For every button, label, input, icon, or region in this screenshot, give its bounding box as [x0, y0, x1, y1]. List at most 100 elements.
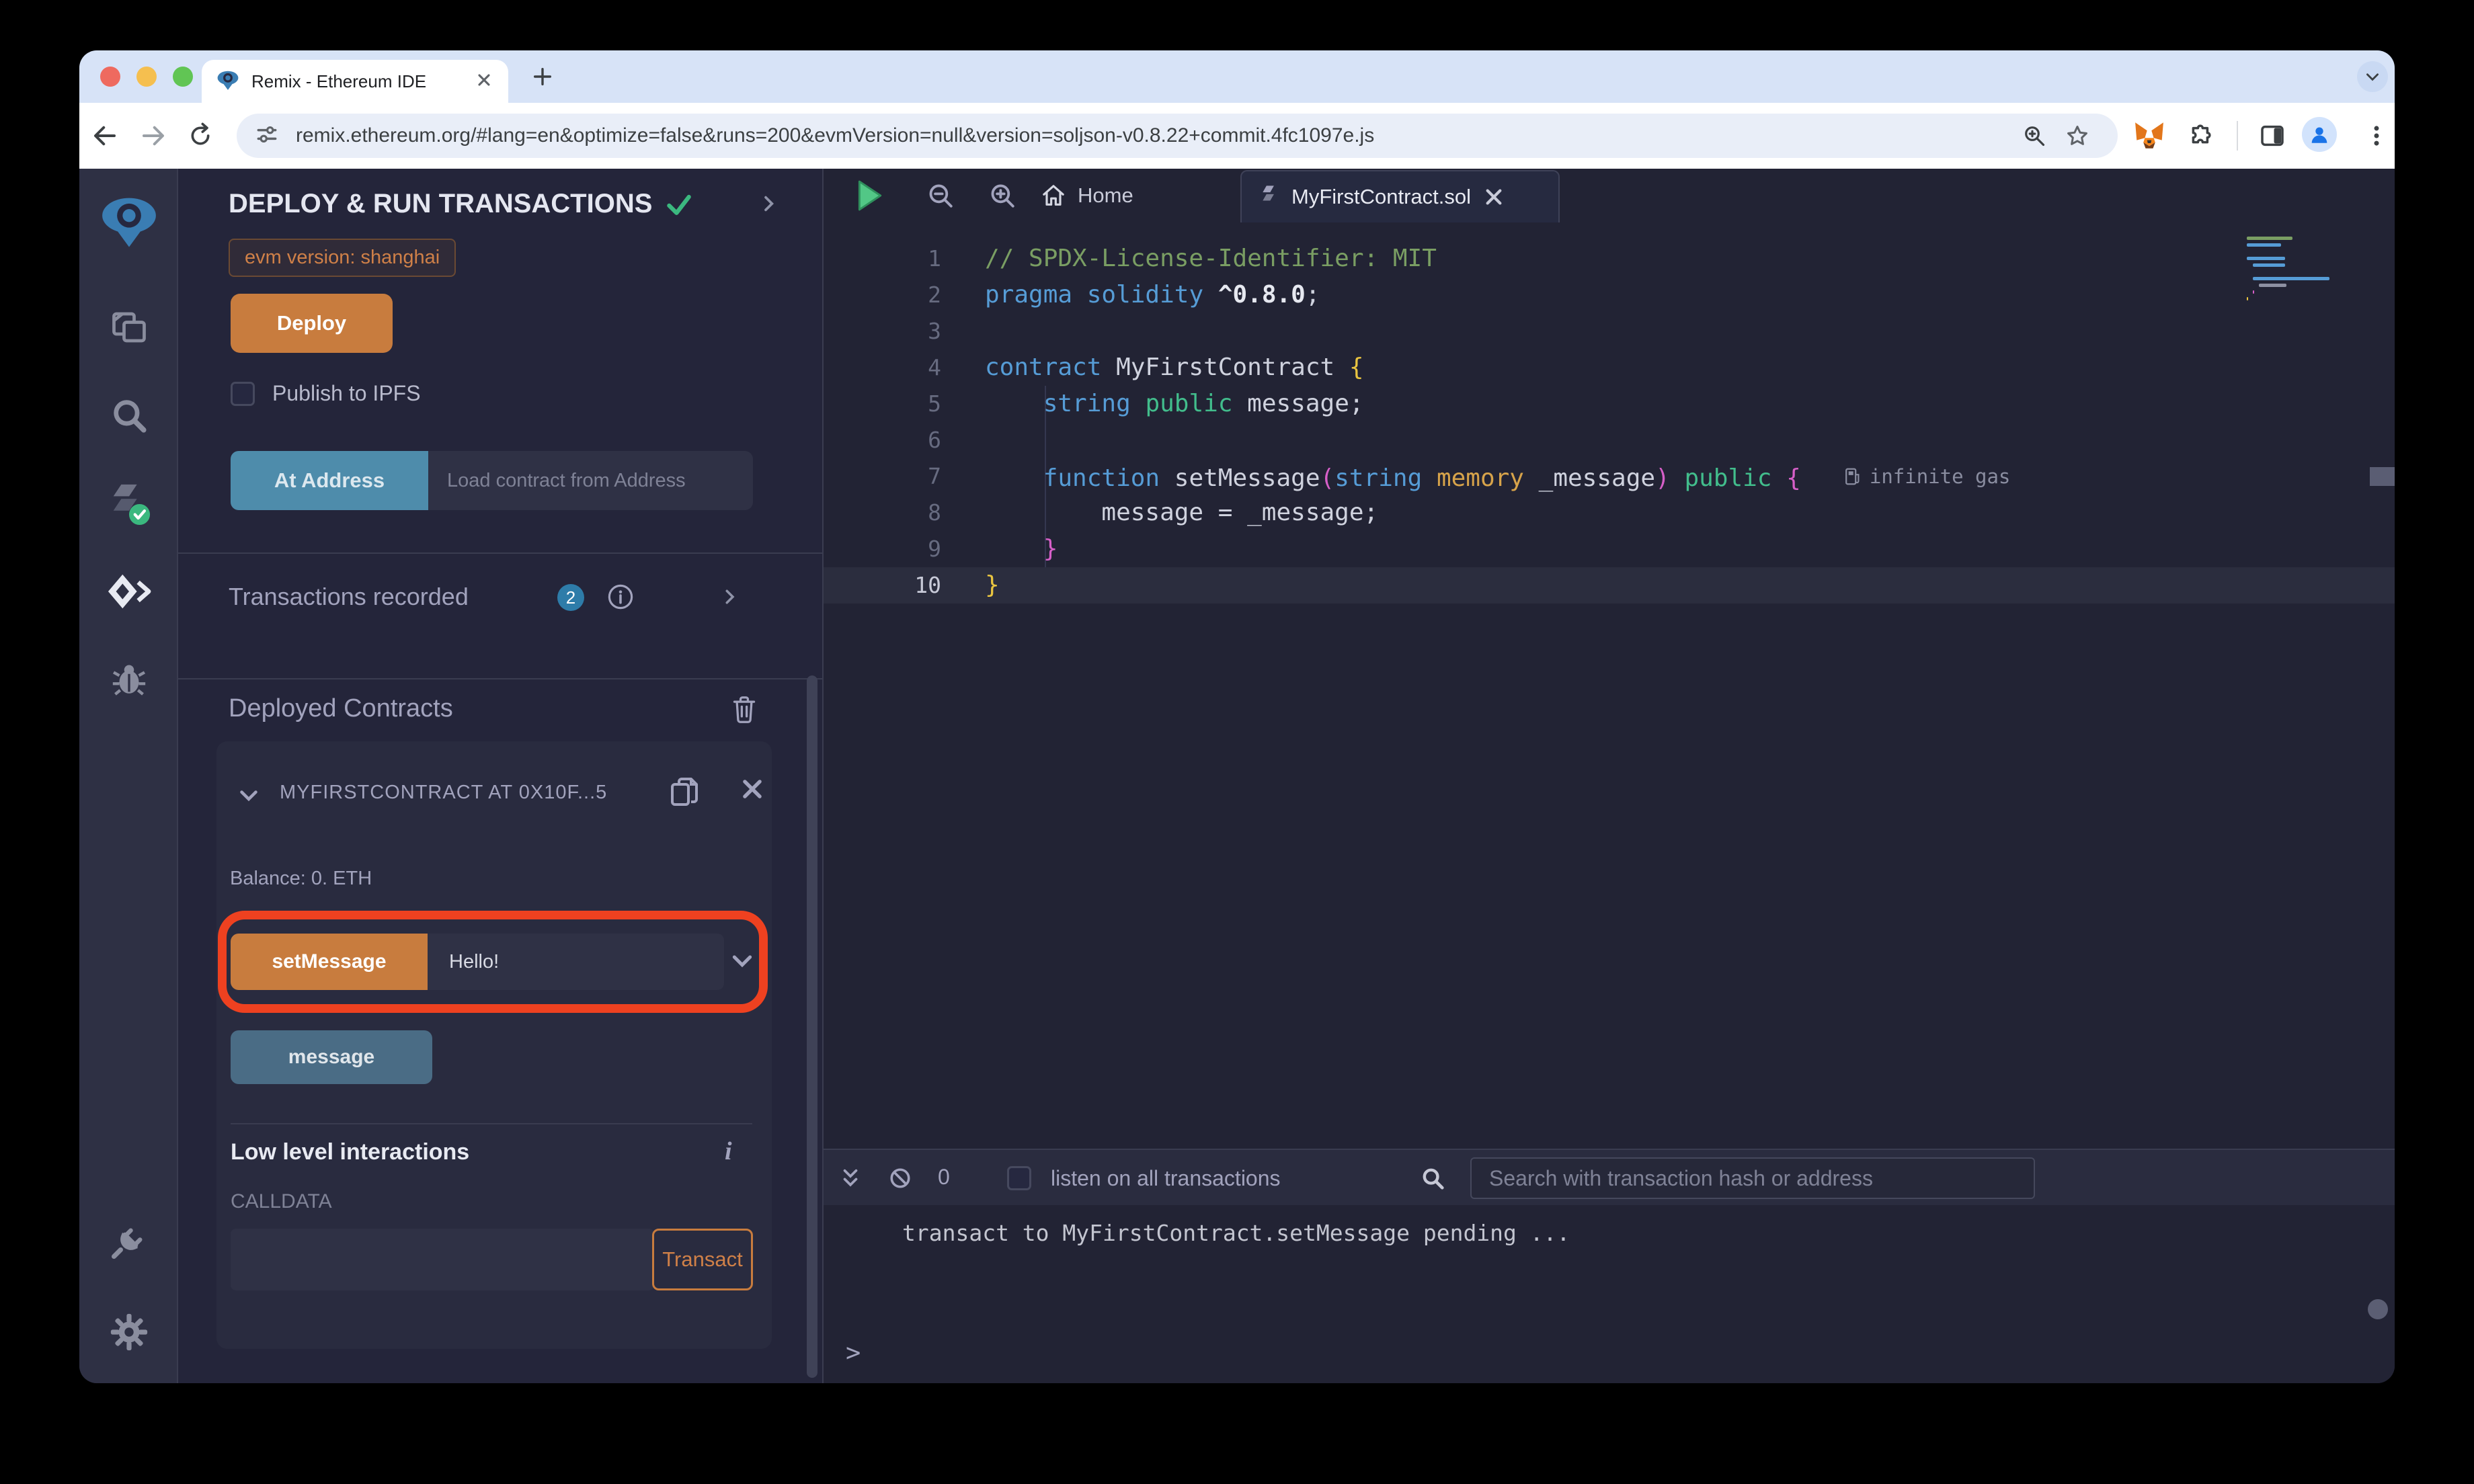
panel-title: DEPLOY & RUN TRANSACTIONS: [229, 189, 694, 219]
run-script-icon[interactable]: [853, 179, 885, 212]
back-icon[interactable]: [90, 121, 120, 151]
extensions-puzzle-icon[interactable]: [2185, 121, 2214, 151]
deployed-contracts-heading: Deployed Contracts: [229, 694, 453, 723]
maximize-window-button[interactable]: [173, 67, 193, 87]
icon-panel: [79, 169, 178, 1383]
panel-collapse-chevron-icon[interactable]: [758, 193, 779, 218]
at-address-button[interactable]: At Address: [231, 451, 428, 510]
code-line[interactable]: 7 function setMessage(string memory _mes…: [824, 458, 2395, 495]
low-level-info-icon[interactable]: i: [725, 1137, 732, 1166]
terminal-search-input[interactable]: [1470, 1157, 2035, 1199]
solidity-compiler-icon[interactable]: [79, 482, 178, 526]
site-settings-icon[interactable]: [254, 122, 280, 151]
deploy-and-run-icon[interactable]: [79, 572, 178, 611]
tab-home[interactable]: Home: [1040, 169, 1133, 222]
editor-scrollbar[interactable]: [2370, 467, 2395, 486]
url-text[interactable]: remix.ethereum.org/#lang=en&optimize=fal…: [296, 124, 1374, 147]
metamask-extension-icon[interactable]: [2134, 121, 2164, 151]
deploy-button[interactable]: Deploy: [231, 294, 393, 353]
at-address-input[interactable]: [428, 451, 753, 510]
code-line[interactable]: 3: [824, 313, 2395, 349]
tab-close-icon[interactable]: [475, 71, 493, 93]
new-tab-button[interactable]: [526, 60, 559, 93]
terminal-toolbar: 0 listen on all transactions: [824, 1149, 2395, 1205]
code-line[interactable]: 8 message = _message;: [824, 495, 2395, 531]
remove-contract-icon[interactable]: [740, 776, 765, 805]
code-line[interactable]: 2 pragma solidity ^0.8.0;: [824, 277, 2395, 313]
remix-favicon: [216, 69, 239, 95]
terminal-resize-handle[interactable]: [2368, 1299, 2388, 1319]
check-icon: [667, 194, 692, 215]
minimize-window-button[interactable]: [136, 67, 157, 87]
tab-title: Remix - Ethereum IDE: [251, 71, 427, 91]
message-getter-button[interactable]: message: [231, 1030, 432, 1084]
profile-avatar[interactable]: [2302, 117, 2337, 152]
code-line[interactable]: 10}: [824, 567, 2395, 604]
browser-menu-icon[interactable]: [2362, 121, 2391, 151]
code-line[interactable]: 1// SPDX-License-Identifier: MIT: [824, 241, 2395, 277]
remix-logo-icon[interactable]: [79, 193, 178, 249]
highlight-annotation: [218, 911, 768, 1013]
code-line[interactable]: 9 }: [824, 531, 2395, 567]
deploy-run-panel: DEPLOY & RUN TRANSACTIONS evm version: s…: [178, 169, 824, 1383]
panel-title-text: DEPLOY & RUN TRANSACTIONS: [229, 189, 653, 218]
divider: [231, 1123, 752, 1124]
remix-app: DEPLOY & RUN TRANSACTIONS evm version: s…: [79, 169, 2395, 1383]
close-window-button[interactable]: [100, 67, 120, 87]
terminal-log[interactable]: transact to MyFirstContract.setMessage p…: [824, 1205, 2395, 1383]
forward-icon[interactable]: [138, 121, 168, 151]
home-tab-label: Home: [1078, 183, 1133, 207]
code-editor[interactable]: 1// SPDX-License-Identifier: MIT 2 pragma …: [824, 222, 2395, 1149]
publish-ipfs-checkbox[interactable]: [231, 381, 255, 406]
close-file-icon[interactable]: [1483, 186, 1505, 208]
pending-count: 0: [938, 1165, 950, 1189]
side-panel-icon[interactable]: [2258, 121, 2287, 151]
terminal-search-icon: [1418, 1163, 1447, 1193]
code-line[interactable]: 6: [824, 422, 2395, 458]
browser-window: Remix - Ethereum IDE remix.ethereum.org/…: [79, 50, 2395, 1383]
zoom-out-icon[interactable]: [924, 179, 957, 212]
listen-transactions-checkbox[interactable]: [1007, 1166, 1031, 1190]
transact-button[interactable]: Transact: [652, 1229, 753, 1290]
zoom-in-icon[interactable]: [986, 179, 1019, 212]
solidity-file-icon: [1263, 186, 1274, 201]
code-lines: 1// SPDX-License-Identifier: MIT 2 pragma …: [824, 241, 2395, 604]
debugger-icon[interactable]: [79, 659, 178, 698]
editor-tabbar: Home MyFirstContract.sol: [824, 169, 2395, 222]
address-bar[interactable]: remix.ethereum.org/#lang=en&optimize=fal…: [237, 114, 2118, 158]
editor-minimap[interactable]: [2247, 237, 2341, 304]
settings-gear-icon[interactable]: [79, 1311, 178, 1353]
search-icon[interactable]: [79, 396, 178, 435]
browser-tab[interactable]: Remix - Ethereum IDE: [202, 60, 508, 103]
expand-terminal-icon[interactable]: [836, 1163, 865, 1193]
calldata-input[interactable]: [231, 1229, 654, 1290]
bookmark-star-icon[interactable]: [2063, 121, 2092, 151]
divider: [178, 552, 822, 554]
transactions-expand-chevron-icon[interactable]: [719, 587, 740, 610]
evm-version-badge: evm version: shanghai: [229, 239, 456, 277]
clear-console-icon[interactable]: [885, 1163, 915, 1193]
desktop: Remix - Ethereum IDE remix.ethereum.org/…: [0, 0, 2474, 1484]
contract-expand-chevron-icon[interactable]: [237, 783, 261, 811]
tab-myfirstcontract[interactable]: MyFirstContract.sol: [1240, 170, 1560, 222]
publish-ipfs-row: Publish to IPFS: [231, 381, 421, 406]
tab-search-chevron-icon[interactable]: [2357, 61, 2388, 92]
plugin-manager-icon[interactable]: [79, 1221, 178, 1262]
gas-pump-icon: [1845, 468, 1860, 485]
clear-contracts-trash-icon[interactable]: [731, 694, 758, 727]
log-line: transact to MyFirstContract.setMessage p…: [902, 1220, 1570, 1246]
code-line[interactable]: 4 contract MyFirstContract {: [824, 349, 2395, 386]
contract-card-header[interactable]: MYFIRSTCONTRACT AT 0X10F...5: [216, 776, 772, 813]
panel-scrollbar[interactable]: [807, 675, 817, 1378]
transactions-recorded-row: Transactions recorded 2: [229, 583, 782, 615]
terminal: 0 listen on all transactions transact to…: [824, 1149, 2395, 1383]
terminal-prompt: >: [846, 1338, 861, 1367]
gas-annotation: infinite gas: [1869, 465, 2011, 488]
reload-icon[interactable]: [186, 121, 215, 151]
zoom-page-icon[interactable]: [2020, 121, 2049, 151]
code-line[interactable]: 5 string public message;: [824, 386, 2395, 422]
file-explorer-icon[interactable]: [79, 307, 178, 347]
info-icon[interactable]: [606, 583, 635, 614]
copy-address-icon[interactable]: [668, 775, 701, 813]
calldata-label: CALLDATA: [231, 1190, 332, 1212]
